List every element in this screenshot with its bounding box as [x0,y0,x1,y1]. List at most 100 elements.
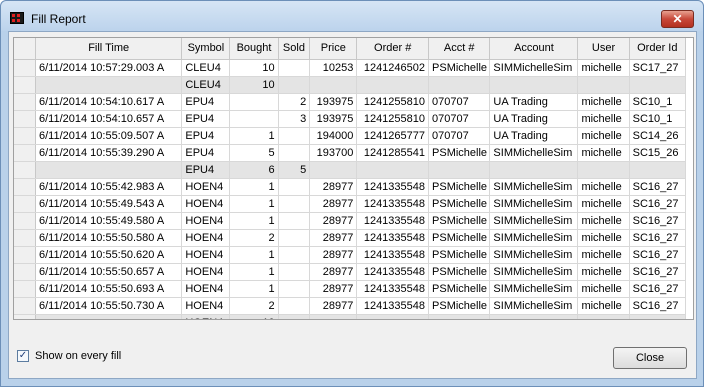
cell-acct-number: 070707 [428,127,491,145]
summary-row[interactable]: CLEU4 10 [14,76,687,94]
column-header-bought[interactable]: Bought [229,38,279,60]
cell-order-id: SC17_27 [629,59,687,77]
table-row[interactable]: 6/11/2014 10:55:50.620 A HOEN4 1 28977 12413… [14,246,687,264]
cell-user: michelle [577,110,630,128]
fill-grid[interactable]: Fill Time Symbol Bought Sold Price Order # Acc… [13,37,694,320]
fill-report-window: Fill Report ✕ Fill Time Symbol Bought Sold P… [0,0,704,387]
table-row[interactable]: 6/11/2014 10:55:49.580 A HOEN4 1 28977 12413… [14,212,687,230]
row-header-cell [14,246,36,264]
cell-symbol: EPU4 [181,110,231,128]
cell-price: 28977 [309,229,358,247]
cell-acct-number: PSMichelle [428,195,491,213]
cell-bought: 1 [229,263,279,281]
cell-order-id [629,76,687,94]
cell-acct-number: PSMichelle [428,246,491,264]
cell-user: michelle [577,229,630,247]
summary-row[interactable]: EPU4 6 5 [14,161,687,179]
row-header-cell [14,280,36,298]
table-row[interactable]: 6/11/2014 10:55:09.507 A EPU4 1 194000 12412… [14,127,687,145]
row-header-cell [14,212,36,230]
column-header-sold[interactable]: Sold [278,38,311,60]
cell-bought: 2 [229,229,279,247]
cell-order-number: 1241335548 [356,178,430,196]
column-header-fill-time[interactable]: Fill Time [35,38,183,60]
cell-symbol: HOEN4 [181,212,231,230]
cell-bought [229,93,279,111]
cell-fill-time: 6/11/2014 10:55:49.580 A [35,212,183,230]
cell-order-number [356,76,430,94]
column-header-price[interactable]: Price [309,38,358,60]
cell-account: SIMMichelleSim [489,178,579,196]
column-header-order-id[interactable]: Order Id [629,38,687,60]
cell-account: UA Trading [489,127,579,145]
cell-order-id: SC16_27 [629,178,687,196]
row-header-cell [14,229,36,247]
cell-account: SIMMichelleSim [489,263,579,281]
cell-bought: 10 [229,314,279,319]
cell-acct-number: PSMichelle [428,212,491,230]
cell-account [489,161,579,179]
cell-symbol: CLEU4 [181,59,231,77]
close-button[interactable]: Close [613,347,687,369]
close-window-button[interactable]: ✕ [661,10,694,28]
cell-sold: 3 [278,110,311,128]
cell-sold [278,195,311,213]
cell-fill-time: 6/11/2014 10:54:10.617 A [35,93,183,111]
cell-symbol: HOEN4 [181,263,231,281]
cell-account: SIMMichelleSim [489,212,579,230]
cell-sold [278,280,311,298]
show-every-fill-checkbox[interactable]: ✓ [17,350,29,362]
column-header-acct-number[interactable]: Acct # [428,38,491,60]
table-row[interactable]: 6/11/2014 10:54:10.617 A EPU4 2 193975 12412… [14,93,687,111]
column-header-order-number[interactable]: Order # [356,38,430,60]
cell-price: 28977 [309,280,358,298]
cell-symbol: HOEN4 [181,314,231,319]
cell-price [309,161,358,179]
table-row[interactable]: 6/11/2014 10:57:29.003 A CLEU4 10 10253 1241… [14,59,687,77]
cell-order-number [356,161,430,179]
cell-sold [278,76,311,94]
show-every-fill-label[interactable]: Show on every fill [35,350,121,362]
cell-user: michelle [577,280,630,298]
cell-price: 28977 [309,178,358,196]
table-row[interactable]: 6/11/2014 10:55:50.693 A HOEN4 1 28977 12413… [14,280,687,298]
table-row[interactable]: 6/11/2014 10:55:50.730 A HOEN4 2 28977 12413… [14,297,687,315]
cell-order-number: 1241335548 [356,297,430,315]
cell-bought: 10 [229,59,279,77]
row-header-cell [14,178,36,196]
row-header-cell [14,59,36,77]
cell-bought: 5 [229,144,279,162]
column-header-user[interactable]: User [577,38,630,60]
cell-acct-number [428,161,491,179]
column-header-symbol[interactable]: Symbol [181,38,231,60]
cell-order-id: SC16_27 [629,263,687,281]
cell-price [309,314,358,319]
cell-order-number: 1241335548 [356,212,430,230]
cell-sold [278,212,311,230]
column-header-row-header[interactable] [14,38,36,60]
table-row[interactable]: 6/11/2014 10:55:50.580 A HOEN4 2 28977 12413… [14,229,687,247]
table-row[interactable]: 6/11/2014 10:55:39.290 A EPU4 5 193700 12412… [14,144,687,162]
table-row[interactable]: 6/11/2014 10:55:42.983 A HOEN4 1 28977 12413… [14,178,687,196]
cell-price: 193975 [309,93,358,111]
cell-bought: 1 [229,246,279,264]
cell-symbol: HOEN4 [181,246,231,264]
cell-account: SIMMichelleSim [489,229,579,247]
table-row[interactable]: 6/11/2014 10:55:49.543 A HOEN4 1 28977 12413… [14,195,687,213]
cell-sold [278,314,311,319]
table-row[interactable]: 6/11/2014 10:55:50.657 A HOEN4 1 28977 12413… [14,263,687,281]
table-row[interactable]: 6/11/2014 10:54:10.657 A EPU4 3 193975 12412… [14,110,687,128]
cell-price: 193700 [309,144,358,162]
cell-acct-number: PSMichelle [428,178,491,196]
title-bar[interactable]: Fill Report ✕ [1,1,703,31]
cell-order-number [356,314,430,319]
cell-bought: 1 [229,280,279,298]
cell-sold [278,297,311,315]
column-header-account[interactable]: Account [489,38,579,60]
cell-fill-time: 6/11/2014 10:55:50.730 A [35,297,183,315]
cell-fill-time: 6/11/2014 10:55:42.983 A [35,178,183,196]
cell-sold: 5 [278,161,311,179]
cell-acct-number [428,76,491,94]
summary-row[interactable]: HOEN410 [14,314,687,319]
cell-fill-time: 6/11/2014 10:57:29.003 A [35,59,183,77]
